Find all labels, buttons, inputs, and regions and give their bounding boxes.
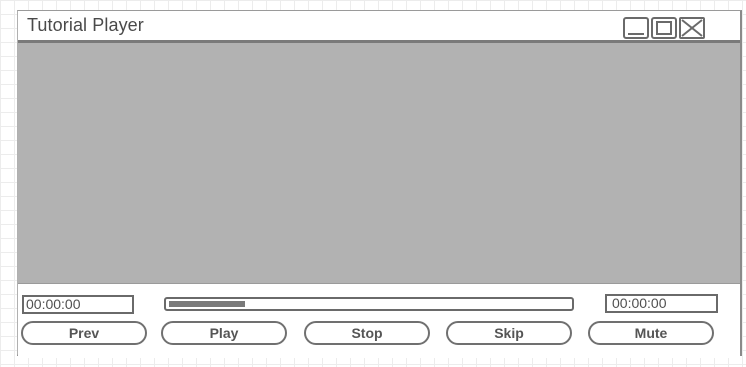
maximize-button[interactable] (651, 17, 677, 39)
progress-fill (169, 301, 245, 307)
total-time: 00:00:00 (605, 294, 718, 313)
control-panel: 00:00:00 00:00:00 Prev Play Stop Skip Mu… (18, 283, 740, 358)
elapsed-time: 00:00:00 (22, 295, 134, 314)
skip-button[interactable]: Skip (446, 321, 572, 345)
close-button[interactable] (679, 17, 705, 39)
title-bar: Tutorial Player (18, 11, 740, 43)
play-button[interactable]: Play (161, 321, 287, 345)
video-display[interactable] (18, 43, 740, 283)
progress-bar[interactable] (164, 297, 574, 311)
mute-button[interactable]: Mute (588, 321, 714, 345)
stop-button[interactable]: Stop (304, 321, 430, 345)
minimize-button[interactable] (623, 17, 649, 39)
minimize-icon (628, 33, 644, 35)
close-icon (681, 19, 703, 37)
prev-button[interactable]: Prev (21, 321, 147, 345)
maximize-icon (656, 21, 672, 35)
player-window: Tutorial Player 00:00:00 00:00:00 Prev P… (17, 10, 742, 358)
window-title: Tutorial Player (27, 15, 144, 35)
